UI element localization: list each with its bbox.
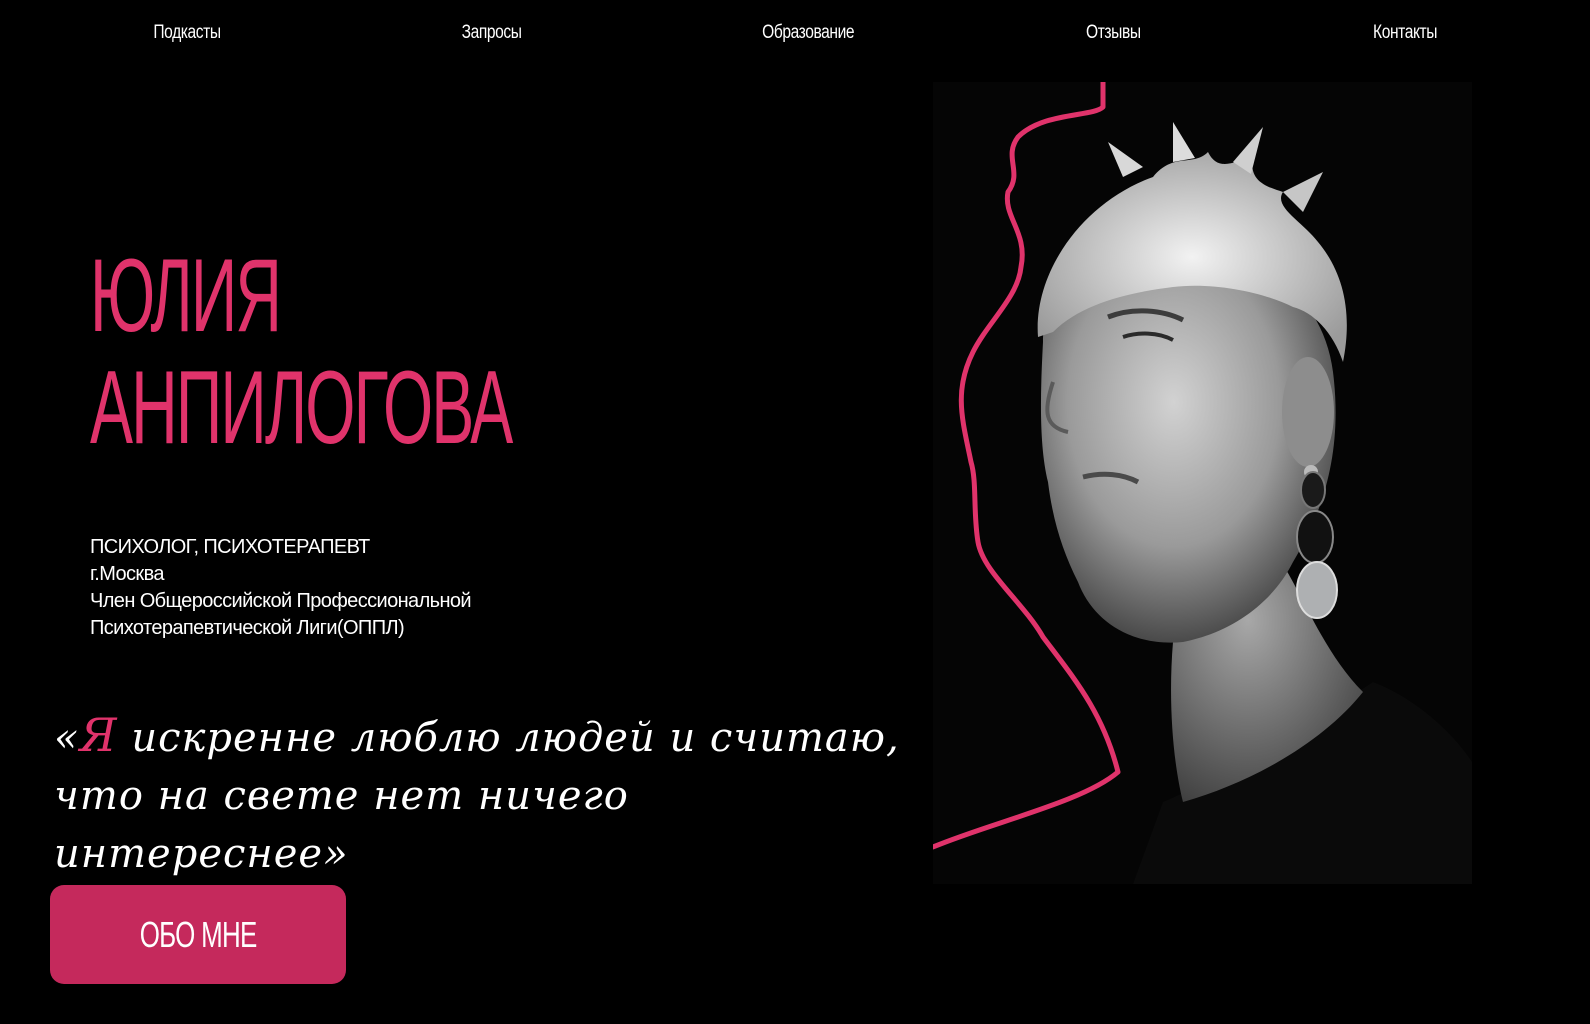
nav-link-requests[interactable]: Запросы: [462, 22, 522, 44]
main-nav: Подкасты Запросы Образование Отзывы Конт…: [0, 22, 1590, 56]
hero-name-first: ЮЛИЯ: [90, 238, 282, 354]
about-me-button-label: ОБО МНЕ: [139, 913, 258, 955]
hero-info: ПСИХОЛОГ, ПСИХОТЕРАПЕВТ г.Москва Член Об…: [90, 534, 472, 642]
nav-link-podcasts[interactable]: Подкасты: [153, 22, 221, 44]
quote-accent-letter: Я: [79, 708, 118, 762]
portrait-photo: [933, 82, 1472, 884]
nav-link-reviews[interactable]: Отзывы: [1086, 22, 1141, 44]
quote-text: искренне люблю людей и считаю, что на св…: [54, 715, 900, 877]
info-profession: ПСИХОЛОГ, ПСИХОТЕРАПЕВТ: [90, 536, 370, 558]
quote-open-mark: «: [54, 715, 80, 761]
hero-name: ЮЛИЯ АНПИЛОГОВА: [90, 238, 513, 466]
hero-quote: «Я искренне люблю людей и считаю, что на…: [54, 706, 914, 883]
info-membership-line2: Психотерапевтической Лиги(ОППЛ): [90, 617, 405, 639]
nav-link-contacts[interactable]: Контакты: [1373, 22, 1437, 44]
about-me-button[interactable]: ОБО МНЕ: [50, 885, 346, 984]
info-city: г.Москва: [90, 563, 165, 585]
nav-link-education[interactable]: Образование: [762, 22, 854, 44]
portrait-illustration: [933, 82, 1472, 884]
hero-name-last: АНПИЛОГОВА: [90, 350, 513, 466]
info-membership-line1: Член Общероссийской Профессиональной: [90, 590, 472, 612]
